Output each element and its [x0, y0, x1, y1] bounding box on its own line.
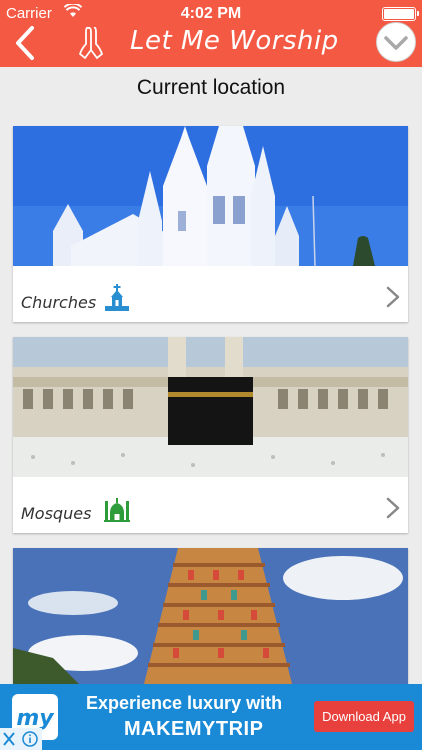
ad-banner[interactable]: my Experience luxury with MAKEMYTRIP Dow…: [0, 684, 422, 750]
battery-icon: [382, 7, 419, 21]
chevron-right-icon[interactable]: [386, 497, 400, 519]
current-location-label: Current location: [136, 76, 286, 99]
temple-photo: [13, 548, 408, 688]
category-card-churches[interactable]: Churches: [13, 126, 408, 322]
download-app-button[interactable]: Download App: [314, 701, 414, 732]
ad-controls: [0, 728, 42, 750]
category-label: Churches: [21, 293, 97, 312]
chevron-right-icon[interactable]: [386, 286, 400, 308]
chevron-down-icon: [384, 36, 408, 50]
card-footer: Churches: [13, 266, 408, 322]
app-header: Carrier 4:02 PM Let Me Worship: [0, 0, 422, 67]
back-button[interactable]: [10, 24, 40, 62]
church-icon: [103, 284, 131, 312]
ad-brand: MAKEMYTRIP: [124, 718, 264, 740]
card-footer: Mosques: [13, 477, 408, 533]
category-label: Mosques: [21, 504, 92, 523]
menu-dropdown-button[interactable]: [376, 22, 416, 62]
nav-bar: Let Me Worship: [0, 22, 422, 67]
current-location-bar[interactable]: Current location: [0, 67, 422, 107]
church-photo: [13, 126, 408, 266]
mosque-photo: [13, 337, 408, 477]
info-icon: [22, 731, 38, 747]
back-chevron-icon: [16, 26, 34, 60]
category-card-mosques[interactable]: Mosques: [13, 337, 408, 533]
praying-hands-icon: [74, 24, 108, 62]
mosque-icon: [103, 495, 131, 523]
category-card-temples[interactable]: [13, 548, 408, 688]
ad-headline: Experience luxury with: [86, 693, 283, 713]
app-title: Let Me Worship: [130, 26, 339, 56]
close-icon: [3, 732, 15, 746]
status-time: 4:02 PM: [180, 5, 242, 22]
